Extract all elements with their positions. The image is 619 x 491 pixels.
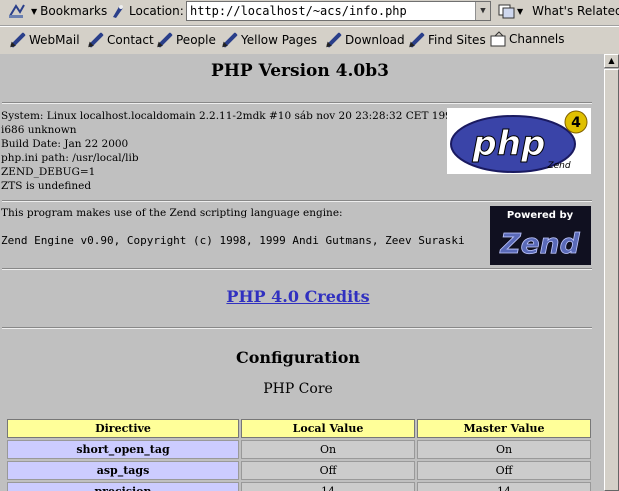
- zend-intro-text: This program makes use of the Zend scrip…: [1, 207, 343, 219]
- bookmark-pen-icon: [407, 31, 425, 49]
- directive-cell: short_open_tag: [7, 440, 239, 459]
- sysinfo-line: php.ini path: /usr/local/lib: [1, 152, 139, 164]
- sysinfo-line: Build Date: Jan 22 2000: [1, 138, 129, 150]
- url-dropdown-icon[interactable]: ▼: [475, 2, 490, 20]
- whats-related-button[interactable]: ▼ What's Related: [498, 3, 619, 19]
- bookmark-pen-icon: [8, 31, 26, 49]
- bookmarks-icon: [8, 3, 25, 19]
- sysinfo-line: ZEND_DEBUG=1: [1, 166, 96, 178]
- master-value-cell: 14: [417, 482, 591, 491]
- personal-toolbar: WebMail Contact People Yellow Pages Down…: [0, 26, 619, 55]
- page-title: PHP Version 4.0b3: [211, 61, 389, 81]
- vertical-scrollbar[interactable]: ▲: [604, 54, 619, 491]
- url-text: http://localhost/~acs/info.php: [190, 4, 407, 18]
- php-logo-text: php: [472, 124, 546, 164]
- directive-cell: asp_tags: [7, 461, 239, 480]
- webmail-label: WebMail: [29, 33, 80, 47]
- location-pin-icon: [110, 3, 126, 19]
- bookmarks-dropdown-icon: ▼: [31, 6, 38, 16]
- location-label: Location:: [129, 4, 184, 18]
- location-label-group: Location:: [110, 3, 184, 19]
- table-row: asp_tags Off Off: [7, 461, 591, 480]
- bookmarks-label: Bookmarks: [40, 4, 108, 18]
- divider: [2, 327, 592, 329]
- zend-engine-text: Zend Engine v0.90, Copyright (c) 1998, 1…: [1, 234, 465, 247]
- webmail-button[interactable]: WebMail: [8, 31, 80, 49]
- local-value-cell: 14: [241, 482, 415, 491]
- find-sites-button[interactable]: Find Sites: [407, 31, 486, 49]
- scrollbar-thumb[interactable]: [604, 69, 619, 491]
- contact-label: Contact: [107, 33, 154, 47]
- divider: [2, 200, 592, 202]
- php-logo-version: 4: [571, 115, 581, 131]
- sysinfo-line: ZTS is undefined: [1, 180, 92, 192]
- bookmarks-button[interactable]: ▼ Bookmarks: [8, 3, 107, 19]
- navigation-toolbar: ▼ Bookmarks Location: http://localhost/~…: [0, 0, 619, 26]
- sysinfo-line: i686 unknown: [1, 124, 77, 136]
- whats-related-dropdown-icon: ▼: [517, 6, 524, 16]
- find-sites-label: Find Sites: [428, 33, 486, 47]
- table-row: short_open_tag On On: [7, 440, 591, 459]
- configuration-heading: Configuration: [235, 348, 361, 367]
- channels-label: Channels: [509, 32, 565, 46]
- php-credits-link[interactable]: PHP 4.0 Credits: [0, 287, 596, 306]
- directives-table: Directive Local Value Master Value short…: [5, 417, 593, 491]
- bookmark-pen-icon: [324, 31, 342, 49]
- contact-button[interactable]: Contact: [86, 31, 154, 49]
- table-row: precision 14 14: [7, 482, 591, 491]
- master-value-cell: Off: [417, 461, 591, 480]
- sysinfo-line: System: Linux localhost.localdomain 2.2.…: [1, 110, 459, 122]
- location-url-input[interactable]: http://localhost/~acs/info.php ▼: [186, 1, 491, 21]
- yellow-pages-label: Yellow Pages: [241, 33, 318, 47]
- column-header-master: Master Value: [417, 419, 591, 438]
- php-logo-zend: Zend: [546, 161, 570, 171]
- whats-related-label: What's Related: [532, 4, 619, 18]
- master-value-cell: On: [417, 440, 591, 459]
- php-logo: php 4 Zend: [447, 108, 591, 174]
- people-button[interactable]: People: [155, 31, 216, 49]
- table-header-row: Directive Local Value Master Value: [7, 419, 591, 438]
- channels-icon: [490, 31, 506, 47]
- download-button[interactable]: Download: [324, 31, 405, 49]
- scroll-up-icon[interactable]: ▲: [604, 54, 619, 68]
- bookmark-pen-icon: [220, 31, 238, 49]
- people-label: People: [176, 33, 216, 47]
- whats-related-icon: [498, 3, 515, 19]
- zend-badge-main: Zend: [499, 227, 580, 260]
- download-label: Download: [345, 33, 405, 47]
- column-header-local: Local Value: [241, 419, 415, 438]
- divider: [2, 268, 592, 270]
- page-content: PHP Version 4.0b3 System: Linux localhos…: [0, 54, 604, 491]
- system-info: System: Linux localhost.localdomain 2.2.…: [1, 109, 459, 193]
- local-value-cell: On: [241, 440, 415, 459]
- php-core-heading: PHP Core: [263, 381, 333, 397]
- bookmark-pen-icon: [155, 31, 173, 49]
- yellow-pages-button[interactable]: Yellow Pages: [220, 31, 317, 49]
- column-header-directive: Directive: [7, 419, 239, 438]
- channels-button[interactable]: Channels: [490, 31, 565, 47]
- directive-cell: precision: [7, 482, 239, 491]
- zend-powered-logo: Powered by Zend: [490, 206, 591, 265]
- zend-badge-top: Powered by: [507, 210, 574, 221]
- bookmark-pen-icon: [86, 31, 104, 49]
- divider: [2, 102, 592, 104]
- local-value-cell: Off: [241, 461, 415, 480]
